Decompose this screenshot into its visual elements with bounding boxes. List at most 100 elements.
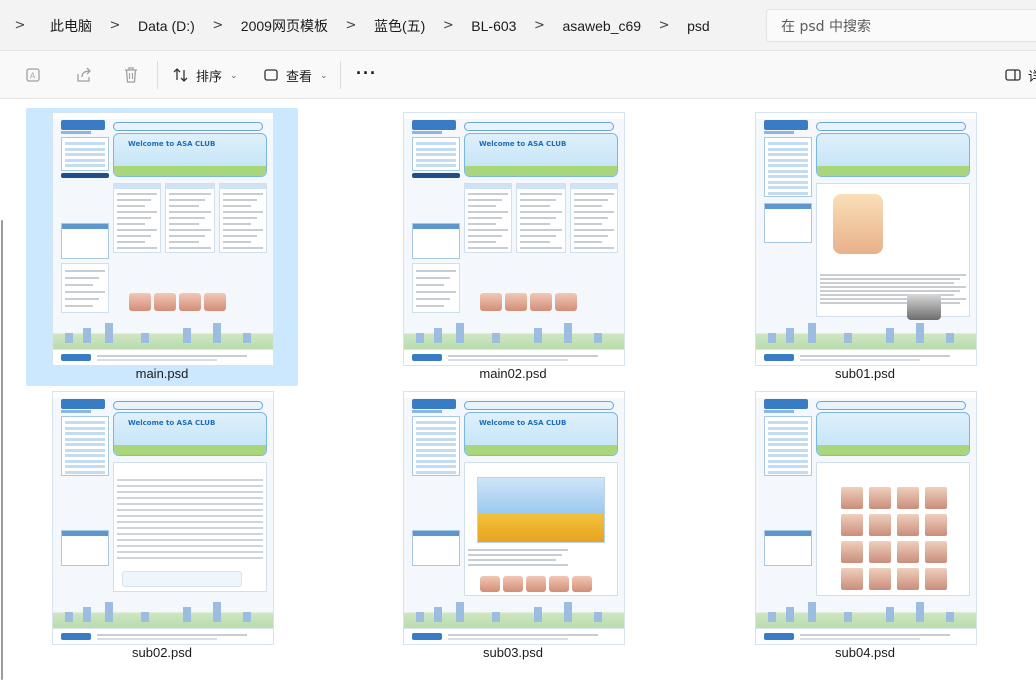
- thumbnail-detail: [503, 576, 523, 592]
- breadcrumb-item-this-pc[interactable]: 此电脑: [40, 16, 102, 36]
- thumbnail-logo: [412, 120, 456, 130]
- file-tile-main[interactable]: Welcome to ASA CLUB main.psd: [26, 108, 298, 386]
- sort-button[interactable]: 排序 ⌄: [172, 63, 238, 87]
- thumbnail-detail: [768, 180, 808, 184]
- thumbnail-detail: [113, 122, 263, 131]
- file-view[interactable]: Welcome to ASA CLUB main.psd Welcome to …: [0, 100, 1036, 682]
- thumbnail-detail: [213, 323, 221, 343]
- thumbnail-detail: [456, 323, 464, 343]
- file-tile-sub03[interactable]: Welcome to ASA CLUB sub03.psd: [377, 387, 649, 665]
- thumbnail-detail: [448, 638, 568, 640]
- breadcrumb-item-psd[interactable]: psd: [677, 18, 720, 34]
- thumbnail-detail: [768, 153, 808, 156]
- search-input[interactable]: 在 psd 中搜索: [766, 9, 1036, 42]
- thumbnail-detail: [65, 147, 105, 151]
- thumbnail-detail: [416, 142, 456, 145]
- thumbnail-detail: [468, 211, 508, 213]
- file-tile-main02[interactable]: Welcome to ASA CLUB main02.psd: [377, 108, 649, 386]
- view-button[interactable]: 查看 ⌄: [262, 63, 328, 87]
- breadcrumb-item-templates[interactable]: 2009网页模板: [231, 16, 338, 36]
- chevron-right-icon[interactable]: >: [0, 18, 40, 33]
- chevron-right-icon[interactable]: >: [651, 18, 677, 33]
- thumbnail-detail: [768, 158, 808, 162]
- chevron-right-icon[interactable]: >: [338, 18, 364, 33]
- chevron-right-icon[interactable]: >: [205, 18, 231, 33]
- chevron-down-icon: ⌄: [230, 69, 238, 80]
- thumbnail-detail: [574, 217, 608, 219]
- thumbnail-detail: [768, 147, 808, 151]
- thumbnail-detail: [574, 211, 614, 213]
- details-pane-button[interactable]: 详: [1004, 63, 1036, 87]
- thumbnail-detail: [768, 333, 776, 343]
- chevron-right-icon[interactable]: >: [526, 18, 552, 33]
- delete-icon[interactable]: [121, 65, 141, 85]
- thumbnail-detail: [83, 607, 91, 622]
- thumbnail-detail: [61, 173, 109, 178]
- thumbnail-detail: [464, 401, 614, 410]
- thumbnail-detail: [223, 205, 251, 207]
- thumbnail-welcome-text: Welcome to ASA CLUB: [128, 419, 216, 427]
- thumbnail-detail: [105, 323, 113, 343]
- thumbnail-detail: [925, 541, 947, 563]
- thumbnail-calendar: [764, 530, 812, 566]
- chevron-right-icon[interactable]: >: [102, 18, 128, 33]
- more-options-button[interactable]: ···: [356, 63, 377, 84]
- thumbnail-detail: [117, 193, 157, 195]
- thumbnail-detail: [117, 491, 263, 493]
- thumbnail-detail: [412, 354, 442, 361]
- breadcrumb-item-blue[interactable]: 蓝色(五): [364, 16, 435, 36]
- thumbnail-detail: [594, 333, 602, 343]
- thumbnail-detail: [946, 333, 954, 343]
- thumbnail-detail: [223, 229, 263, 231]
- thumbnail-detail: [768, 191, 808, 195]
- thumbnail-detail: [117, 539, 263, 541]
- thumbnail-detail: [117, 533, 263, 535]
- thumbnail-detail: [768, 421, 808, 424]
- thumbnail-detail: [768, 169, 808, 173]
- thumbnail-sidebar: [61, 416, 109, 476]
- thumbnail-detail: [907, 294, 941, 320]
- thumbnail-detail: [65, 158, 105, 162]
- breadcrumb: > 此电脑 > Data (D:) > 2009网页模板 > 蓝色(五) > B…: [0, 0, 720, 51]
- thumbnail-footer: [756, 628, 976, 644]
- thumbnail-detail: [764, 633, 794, 640]
- thumbnail-photo-grid: [841, 487, 947, 590]
- thumbnail-detail: [53, 392, 273, 398]
- thumbnail-detail: [169, 247, 211, 249]
- thumbnail-detail: [555, 293, 577, 311]
- breadcrumb-item-asaweb[interactable]: asaweb_c69: [552, 18, 651, 34]
- thumbnail-banner: [816, 133, 970, 177]
- share-icon[interactable]: [74, 65, 94, 85]
- thumbnail-detail: [416, 277, 450, 279]
- file-tile-sub04[interactable]: sub04.psd: [729, 387, 1001, 665]
- thumbnail-detail: [464, 122, 614, 131]
- file-tile-sub01[interactable]: sub01.psd: [729, 108, 1001, 386]
- thumbnail-detail: [756, 392, 976, 398]
- chevron-down-icon: ⌄: [320, 69, 328, 80]
- thumbnail-detail: [169, 229, 211, 231]
- rename-icon[interactable]: A: [24, 65, 44, 85]
- thumbnail-detail: [122, 571, 242, 587]
- thumbnail-detail: [800, 638, 920, 640]
- thumbnail-detail: [434, 328, 442, 343]
- thumbnail-detail: [833, 194, 883, 254]
- breadcrumb-item-bl603[interactable]: BL-603: [461, 18, 526, 34]
- thumbnail-detail: [416, 284, 444, 286]
- thumbnail-detail: [468, 199, 502, 201]
- thumbnail-banner: Welcome to ASA CLUB: [464, 412, 618, 456]
- thumbnail-sidebar: [412, 416, 460, 476]
- thumbnail-detail: [897, 487, 919, 509]
- chevron-right-icon[interactable]: >: [435, 18, 461, 33]
- file-tile-sub02[interactable]: Welcome to ASA CLUB sub02.psd: [26, 387, 298, 665]
- scrollbar-thumb[interactable]: [1, 220, 3, 680]
- thumbnail-detail: [117, 205, 145, 207]
- thumbnail-detail: [97, 638, 217, 640]
- thumbnail-detail: [768, 612, 776, 622]
- breadcrumb-item-drive[interactable]: Data (D:): [128, 18, 205, 34]
- thumbnail-detail: [448, 355, 598, 357]
- thumbnail-detail: [166, 184, 214, 189]
- details-pane-label: 详: [1028, 68, 1036, 84]
- thumbnail-detail: [416, 465, 456, 468]
- thumbnail-detail: [117, 217, 151, 219]
- thumbnail-detail: [526, 576, 546, 592]
